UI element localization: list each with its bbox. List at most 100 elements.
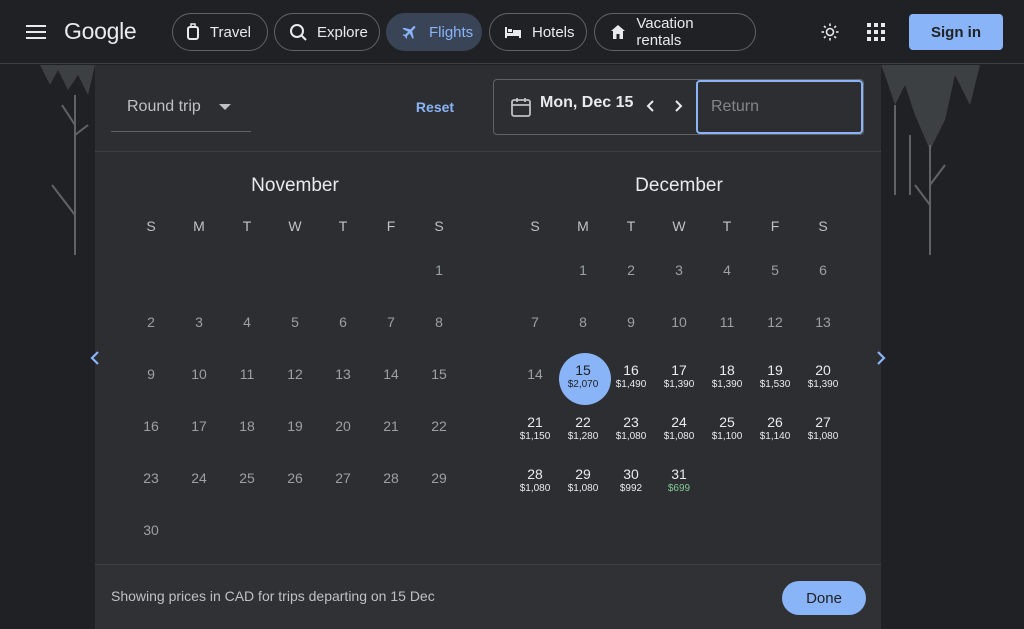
calendar-day[interactable]: 22 $1,280	[559, 407, 607, 459]
calendar-day[interactable]: 19 $1,530	[751, 355, 799, 407]
day-number: 20	[815, 362, 831, 378]
day-number: 22	[431, 418, 447, 434]
calendar-day[interactable]: 4	[703, 251, 751, 303]
return-placeholder: Return	[711, 98, 760, 115]
calendar-day[interactable]: 4	[223, 303, 271, 355]
calendar-day[interactable]: 17 $1,390	[655, 355, 703, 407]
weekday-label: T	[626, 218, 636, 234]
calendar-day[interactable]: 27 $1,080	[799, 407, 847, 459]
calendar-day[interactable]: 12	[271, 355, 319, 407]
next-month-button[interactable]	[861, 338, 901, 378]
calendar-day[interactable]: 23	[127, 459, 175, 511]
tab-flights[interactable]: Flights	[386, 13, 482, 51]
calendar-day[interactable]: 9	[607, 303, 655, 355]
calendar-day[interactable]: 31 $699	[655, 459, 703, 511]
calendar-day[interactable]: 18 $1,390	[703, 355, 751, 407]
calendar-day[interactable]: 24 $1,080	[655, 407, 703, 459]
calendar-day[interactable]: 25 $1,100	[703, 407, 751, 459]
calendar-day[interactable]: 3	[175, 303, 223, 355]
calendar-day[interactable]: 20	[319, 407, 367, 459]
calendar-day[interactable]: 26	[271, 459, 319, 511]
calendar-day[interactable]: 18	[223, 407, 271, 459]
calendar-day[interactable]: 15 $2,070	[559, 353, 611, 407]
calendar-day[interactable]: 7	[367, 303, 415, 355]
calendar-day[interactable]: 13	[319, 355, 367, 407]
departure-date-field[interactable]: Mon, Dec 15	[540, 94, 633, 112]
calendar-day[interactable]: 7	[511, 303, 559, 355]
calendar-day[interactable]: 12	[751, 303, 799, 355]
google-logo[interactable]: Google	[64, 18, 137, 45]
main-menu-button[interactable]	[14, 14, 58, 50]
sign-in-button[interactable]: Sign in	[909, 14, 1003, 50]
day-number: 9	[147, 366, 155, 382]
calendar-day[interactable]: 3	[655, 251, 703, 303]
calendar-day[interactable]: 30 $992	[607, 459, 655, 511]
calendar-day[interactable]: 5	[751, 251, 799, 303]
calendar-day[interactable]: 2	[127, 303, 175, 355]
calendar-day[interactable]: 1	[559, 251, 607, 303]
day-number: 11	[719, 314, 735, 330]
calendar-day[interactable]: 25	[223, 459, 271, 511]
month-title-december: December	[635, 175, 723, 196]
previous-month-button[interactable]	[75, 338, 115, 378]
calendar-day[interactable]: 19	[271, 407, 319, 459]
apps-button[interactable]	[856, 12, 896, 52]
calendar-day[interactable]: 14	[367, 355, 415, 407]
calendar-day[interactable]: 17	[175, 407, 223, 459]
return-date-input[interactable]: Return	[696, 80, 863, 134]
tab-hotels[interactable]: Hotels	[489, 13, 587, 51]
calendar-day[interactable]: 16	[127, 407, 175, 459]
day-number: 2	[627, 262, 635, 278]
calendar-day[interactable]: 20 $1,390	[799, 355, 847, 407]
calendar-day[interactable]: 2	[607, 251, 655, 303]
day-price: $992	[619, 483, 643, 494]
calendar-day[interactable]: 29	[415, 459, 463, 511]
calendar-day[interactable]: 26 $1,140	[751, 407, 799, 459]
calendar-day[interactable]: 8	[415, 303, 463, 355]
calendar-day[interactable]: 29 $1,080	[559, 459, 607, 511]
sun-icon	[821, 23, 839, 41]
calendar-day[interactable]: 15	[415, 355, 463, 407]
calendar-day[interactable]: 28 $1,080	[511, 459, 559, 511]
theme-toggle-button[interactable]	[812, 14, 848, 50]
calendar-day[interactable]: 13	[799, 303, 847, 355]
day-price: $1,490	[615, 379, 647, 390]
calendar-day[interactable]: 16 $1,490	[607, 355, 655, 407]
calendar-day[interactable]: 21	[367, 407, 415, 459]
day-number: 8	[435, 314, 443, 330]
calendar-day[interactable]: 9	[127, 355, 175, 407]
calendar-day[interactable]: 27	[319, 459, 367, 511]
calendar-day[interactable]: 6	[319, 303, 367, 355]
weekday-label: F	[386, 218, 396, 234]
tab-vacation-rentals[interactable]: Vacation rentals	[594, 13, 756, 51]
calendar-day[interactable]: 8	[559, 303, 607, 355]
calendar-day[interactable]: 10	[175, 355, 223, 407]
day-number: 5	[291, 314, 299, 330]
trip-type-select[interactable]: Round trip	[111, 82, 251, 132]
day-price: $1,390	[711, 379, 743, 390]
day-number: 21	[527, 414, 543, 430]
tab-explore[interactable]: Explore	[274, 13, 380, 51]
calendar-day[interactable]: 22	[415, 407, 463, 459]
calendar-day[interactable]: 30	[127, 511, 175, 563]
calendar-day[interactable]: 21 $1,150	[511, 407, 559, 459]
day-number: 26	[767, 414, 783, 430]
calendar-day[interactable]: 11	[223, 355, 271, 407]
calendar-day[interactable]: 28	[367, 459, 415, 511]
done-button[interactable]: Done	[782, 581, 866, 615]
calendar-day[interactable]: 11	[703, 303, 751, 355]
reset-button[interactable]: Reset	[392, 91, 478, 123]
day-number: 27	[815, 414, 831, 430]
tab-travel[interactable]: Travel	[172, 13, 268, 51]
day-number: 31	[671, 466, 687, 482]
calendar-day[interactable]: 23 $1,080	[607, 407, 655, 459]
calendar-day[interactable]: 10	[655, 303, 703, 355]
day-number: 21	[383, 418, 399, 434]
previous-date-button[interactable]	[638, 92, 662, 120]
calendar-day[interactable]: 5	[271, 303, 319, 355]
calendar-day[interactable]: 14	[511, 355, 559, 407]
calendar-day[interactable]: 24	[175, 459, 223, 511]
next-date-button[interactable]	[667, 92, 691, 120]
calendar-day[interactable]: 1	[415, 251, 463, 303]
calendar-day[interactable]: 6	[799, 251, 847, 303]
